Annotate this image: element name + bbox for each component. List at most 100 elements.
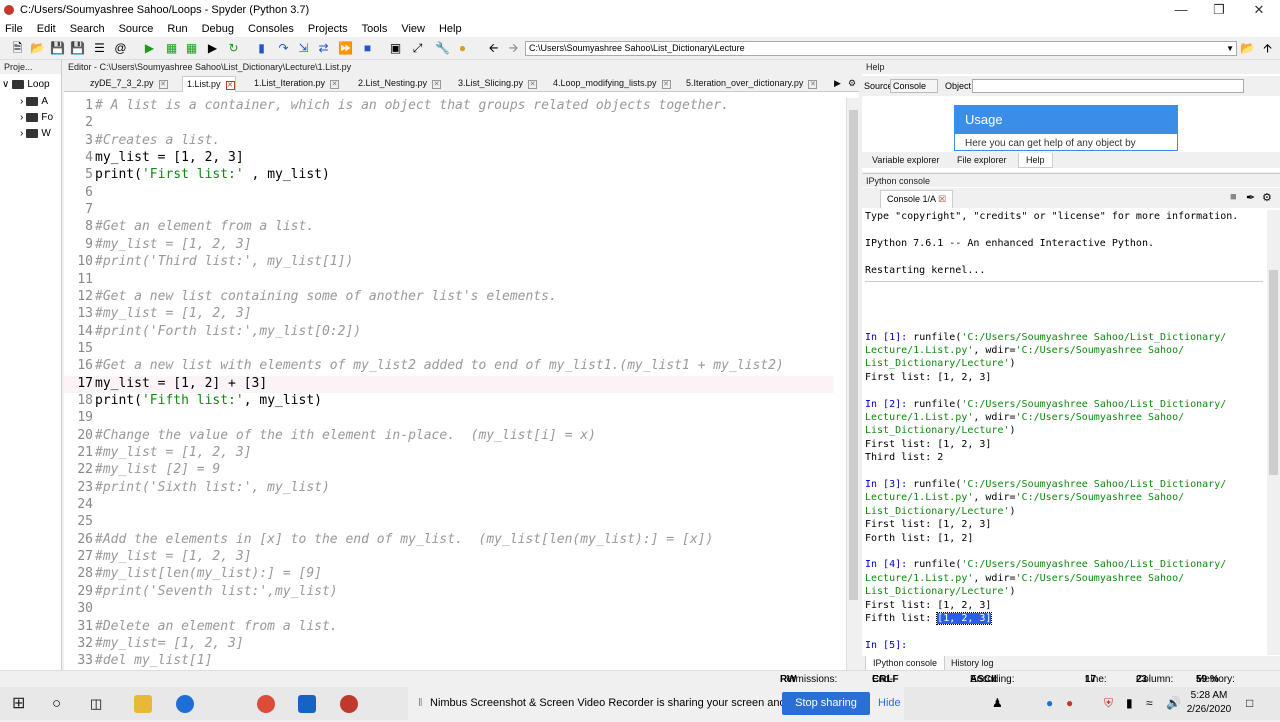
code-line[interactable]: #my_list= [1, 2, 3] <box>95 636 244 651</box>
maximize-pane-icon[interactable]: ▣ <box>388 41 403 56</box>
debug-icon[interactable]: ▮ <box>254 41 269 56</box>
code-editor[interactable]: 1 # A list is a container, which is an ob… <box>64 98 846 670</box>
stop-kernel-icon[interactable]: ■ <box>1230 191 1237 203</box>
parent-dir-icon[interactable]: 🡩 <box>1260 41 1275 56</box>
editor-scrollbar[interactable] <box>846 98 859 670</box>
run-icon[interactable]: ▶ <box>142 41 157 56</box>
menu-run[interactable]: Run <box>167 23 187 35</box>
fullscreen-icon[interactable]: ⤢ <box>410 41 425 56</box>
tab-file-explorer[interactable]: File explorer <box>950 153 1014 168</box>
menu-projects[interactable]: Projects <box>308 23 348 35</box>
step-into-icon[interactable]: ⇲ <box>296 41 311 56</box>
maximize-icon[interactable]: ❐ <box>1200 0 1238 20</box>
scrollbar-thumb[interactable] <box>849 110 858 600</box>
run-selection-icon[interactable]: ▶ <box>205 41 220 56</box>
source-select[interactable]: Console <box>890 79 938 93</box>
people-icon[interactable]: ♟ <box>992 696 1003 710</box>
tab-variable-explorer[interactable]: Variable explorer <box>865 153 946 168</box>
code-line[interactable]: #my_list[len(my_list):] = [9] <box>95 566 322 581</box>
tab-list-slicing[interactable]: 3.List_Slicing.py ✕ <box>454 76 538 92</box>
list-icon[interactable]: ☰ <box>92 41 107 56</box>
tabs-browse-icon[interactable]: ▶ <box>830 76 841 92</box>
tab-1-list[interactable]: 1.List.py ✕ <box>182 76 236 92</box>
edge-icon[interactable] <box>176 695 194 713</box>
tree-root-item[interactable]: ∨ Loop <box>2 79 50 90</box>
notification-icon[interactable]: □ <box>1246 696 1253 710</box>
code-line[interactable]: my_list = [1, 2, 3] <box>95 150 244 165</box>
continue-icon[interactable]: ⏩ <box>338 41 353 56</box>
working-directory-input[interactable]: C:\Users\Soumyashree Sahoo\List_Dictiona… <box>525 41 1237 56</box>
menu-file[interactable]: File <box>5 23 23 35</box>
outlook-icon[interactable] <box>298 695 316 713</box>
close-tab-icon[interactable]: ✕ <box>330 80 340 89</box>
run-cell-advance-icon[interactable]: ▦ <box>184 41 199 56</box>
code-line[interactable]: #Get a new list containing some of anoth… <box>95 289 557 304</box>
tab-loop-modifying-lists[interactable]: 4.Loop_modifying_lists.py ✕ <box>549 76 671 92</box>
menu-help[interactable]: Help <box>439 23 462 35</box>
menu-debug[interactable]: Debug <box>202 23 234 35</box>
code-line[interactable]: my_list = [1, 2] + [3] <box>95 376 267 391</box>
back-icon[interactable]: 🡨 <box>486 41 501 56</box>
file-explorer-icon[interactable] <box>134 695 152 713</box>
tab-console-1a[interactable]: Console 1/A ☒ <box>880 190 954 208</box>
code-line[interactable]: #my_list = [1, 2, 3] <box>95 549 252 564</box>
close-tab-icon[interactable]: ☒ <box>938 194 946 204</box>
tab-ipython-console[interactable]: IPython console <box>865 656 946 671</box>
wifi-icon[interactable]: ≈ <box>1146 696 1153 710</box>
collapse-arrow-icon[interactable]: › <box>20 128 23 139</box>
code-line[interactable]: print('Fifth list:', my_list) <box>95 393 322 408</box>
minimize-icon[interactable]: — <box>1162 0 1200 20</box>
menu-search[interactable]: Search <box>70 23 105 35</box>
tray-icon[interactable]: ● <box>1046 696 1053 710</box>
code-line[interactable]: #print('Seventh list:',my_list) <box>95 584 338 599</box>
code-line[interactable]: #my_list [2] = 9 <box>95 462 220 477</box>
close-tab-icon[interactable]: ✕ <box>528 80 538 89</box>
code-line[interactable]: #Add the elements in [x] to the end of m… <box>95 532 713 547</box>
close-tab-icon[interactable]: ✕ <box>661 80 671 89</box>
code-line[interactable]: #print('Third list:', my_list[1]) <box>95 254 353 269</box>
step-return-icon[interactable]: ⇄ <box>316 41 331 56</box>
menu-source[interactable]: Source <box>119 23 154 35</box>
tray-icon[interactable]: ● <box>1066 696 1073 710</box>
close-tab-icon[interactable]: ✕ <box>225 81 235 90</box>
tree-item[interactable]: › A <box>20 96 48 107</box>
open-file-icon[interactable]: 📂 <box>30 41 45 56</box>
console-output[interactable]: Type "copyright", "credits" or "license"… <box>865 210 1265 655</box>
menu-tools[interactable]: Tools <box>362 23 388 35</box>
system-clock[interactable]: 5:28 AM 2/26/2020 <box>1184 689 1234 717</box>
run-cell-icon[interactable]: ▦ <box>164 41 179 56</box>
chevron-down-icon[interactable]: ▼ <box>1226 42 1234 55</box>
code-line[interactable]: #my_list = [1, 2, 3] <box>95 445 252 460</box>
code-line[interactable]: #Creates a list. <box>95 133 220 148</box>
browse-folder-icon[interactable]: 📂 <box>1240 41 1255 56</box>
volume-icon[interactable]: 🔊 <box>1166 696 1181 710</box>
chrome-icon[interactable] <box>257 695 275 713</box>
close-tab-icon[interactable]: ✕ <box>808 80 818 89</box>
cortana-icon[interactable]: ○ <box>52 695 70 713</box>
scrollbar-thumb[interactable] <box>1269 270 1278 475</box>
shield-icon[interactable]: ⛨ <box>1104 696 1113 711</box>
gear-icon[interactable]: ⚙ <box>1262 191 1272 204</box>
code-line[interactable]: #Get an element from a list. <box>95 219 314 234</box>
spyder-taskbar-icon[interactable] <box>340 695 358 713</box>
tree-item[interactable]: › Fo <box>20 112 53 123</box>
menu-consoles[interactable]: Consoles <box>248 23 294 35</box>
code-line[interactable]: #Delete an element from a list. <box>95 619 338 634</box>
menu-edit[interactable]: Edit <box>37 23 56 35</box>
forward-icon[interactable]: 🡪 <box>506 41 521 56</box>
tab-list-nesting[interactable]: 2.List_Nesting.py ✕ <box>354 76 442 92</box>
code-line[interactable]: #print('Sixth list:', my_list) <box>95 480 330 495</box>
new-file-icon[interactable]: 🗎 <box>10 41 25 56</box>
close-tab-icon[interactable]: ✕ <box>158 80 168 89</box>
rerun-icon[interactable]: ↻ <box>226 41 241 56</box>
console-scrollbar[interactable] <box>1267 210 1280 655</box>
code-line[interactable]: #del my_list[1] <box>95 653 212 668</box>
code-line[interactable]: #print('Forth list:',my_list[0:2]) <box>95 324 361 339</box>
tab-help[interactable]: Help <box>1018 153 1053 168</box>
gear-icon[interactable]: ⚙ <box>844 76 856 92</box>
tree-item[interactable]: › W <box>20 128 51 139</box>
code-line[interactable]: #Get a new list with elements of my_list… <box>95 358 784 373</box>
at-icon[interactable]: @ <box>113 41 128 56</box>
save-all-icon[interactable]: 💾 <box>70 41 85 56</box>
menu-view[interactable]: View <box>401 23 425 35</box>
